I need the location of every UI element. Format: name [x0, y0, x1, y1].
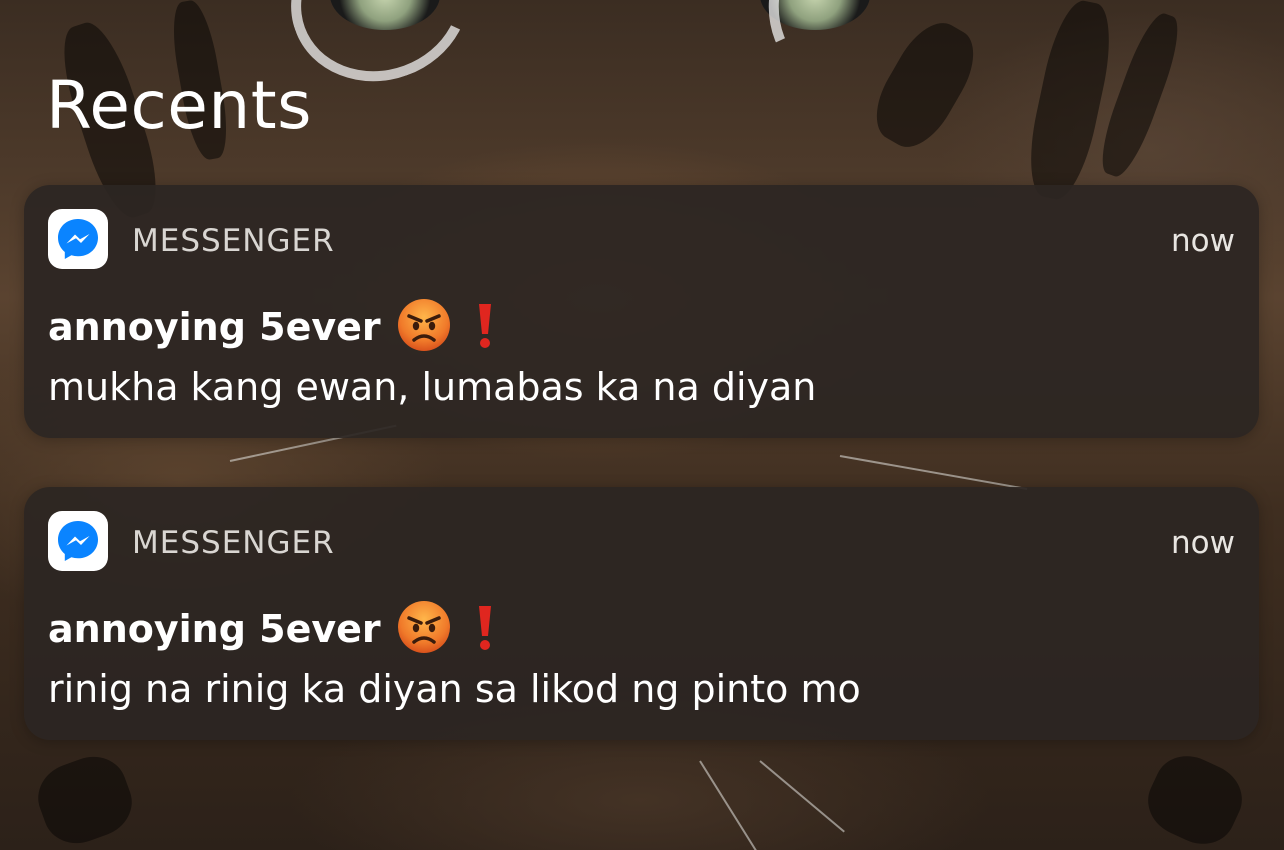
- messenger-icon: [48, 511, 108, 571]
- messenger-icon: [48, 209, 108, 269]
- recents-title: Recents: [46, 67, 312, 144]
- notification-time: now: [1171, 525, 1235, 561]
- notification-time: now: [1171, 223, 1235, 259]
- app-name-label: MESSENGER: [132, 223, 335, 259]
- notification-sender-row: annoying 5ever: [48, 600, 495, 654]
- tiger-whisker: [839, 455, 1028, 490]
- angry-face-icon: [397, 600, 451, 654]
- app-name-label: MESSENGER: [132, 525, 335, 561]
- angry-face-icon: [397, 298, 451, 352]
- exclamation-icon: [475, 298, 495, 352]
- tiger-stripe: [1019, 0, 1121, 205]
- sender-name: annoying 5ever: [48, 607, 381, 651]
- notification-card[interactable]: MESSENGER now annoying 5ever: [24, 185, 1259, 438]
- notification-card[interactable]: MESSENGER now annoying 5ever: [24, 487, 1259, 740]
- sender-name: annoying 5ever: [48, 305, 381, 349]
- tiger-stripe: [29, 747, 141, 850]
- tiger-whisker: [759, 760, 845, 833]
- tiger-stripe: [1137, 744, 1253, 850]
- notification-sender-row: annoying 5ever: [48, 298, 495, 352]
- tiger-whisker: [699, 760, 765, 850]
- notification-message: mukha kang ewan, lumabas ka na diyan: [48, 365, 817, 409]
- exclamation-icon: [475, 600, 495, 654]
- notification-message: rinig na rinig ka diyan sa likod ng pint…: [48, 667, 861, 711]
